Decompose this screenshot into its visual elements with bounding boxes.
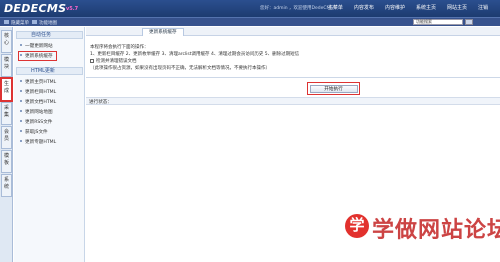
status-bar: 进行状态： (86, 97, 500, 105)
nav-system-home[interactable]: 系统主页 (416, 4, 436, 11)
feature-map-button[interactable]: 功能地图 (32, 20, 57, 26)
vtab-system[interactable]: 系统 (1, 174, 12, 197)
menu-item-update-docs[interactable]: 更新文档HTML (20, 99, 56, 105)
menu-item-update-column[interactable]: 更新栏目HTML (20, 89, 56, 95)
menu-item-get-js[interactable]: 获取JS文件 (20, 129, 48, 135)
vtab-generate[interactable]: 生成 (0, 77, 13, 102)
watermark-text: 学做网站论坛 (372, 218, 500, 243)
check-errors-checkbox[interactable] (90, 58, 94, 63)
version-label: v5.7 (66, 6, 79, 12)
hide-menu-icon (4, 20, 9, 24)
menu-item-update-topic[interactable]: 更新专题HTML (20, 139, 56, 145)
tab-strip: 更新系统缓存 (86, 27, 500, 36)
top-header: DEDECMS v5.7 您好：admin ，欢迎使用DedeCMS！ 主菜单 … (0, 0, 500, 17)
toolbar: 隐藏菜单 功能地图 功能搜索 (0, 17, 500, 26)
vtab-collect[interactable]: 采集 (1, 102, 12, 125)
menu-item-update-cache[interactable]: 更新系统缓存 (18, 51, 57, 61)
hide-menu-button[interactable]: 隐藏菜单 (4, 20, 29, 26)
status-label: 进行状态： (89, 100, 112, 105)
map-icon (32, 20, 37, 24)
menu-group-auto-tasks[interactable]: 自动任务 (16, 31, 83, 39)
menu-item-update-rss[interactable]: 更新RSS文件 (20, 119, 52, 125)
watermark-badge: 学 (345, 214, 369, 238)
left-menu: 自动任务 一键更新网站 更新系统缓存 HTML更新 更新主页HTML 更新栏目H… (14, 27, 85, 262)
top-nav: 主菜单 内容发布 内容维护 系统主页 网站主页 注销 (317, 4, 488, 11)
divider (86, 77, 500, 78)
nav-content-publish[interactable]: 内容发布 (354, 4, 374, 11)
dedecms-logo: DEDECMS (4, 2, 67, 15)
check-errors-option[interactable]: 检测并清理错误文档 (90, 58, 137, 64)
vtab-module[interactable]: 模块 (1, 54, 12, 77)
menu-item-one-click-update[interactable]: 一键更新网站 (20, 43, 53, 49)
operation-list: 1、更新栏目缓存 2、更新枚举缓存 3、清理arclist调用缓存 4、清理过期… (90, 52, 300, 57)
operation-intro: 本程序将会执行下面的操作： (90, 45, 149, 50)
search-input[interactable]: 功能搜索 (413, 19, 463, 25)
vtab-core[interactable]: 核心 (1, 30, 12, 53)
menu-item-update-home[interactable]: 更新主页HTML (20, 79, 56, 85)
resource-warning: （此项操作很占资源，如果没有出现页码不正确，无法解析文档等情况，不要执行本操作） (90, 66, 270, 71)
vtab-template[interactable]: 模板 (1, 150, 12, 173)
nav-logout[interactable]: 注销 (478, 4, 488, 11)
vtab-member[interactable]: 会员 (1, 126, 12, 149)
start-execute-button[interactable]: 开始执行 (309, 84, 358, 93)
menu-item-update-sitemap[interactable]: 更新网站地图 (20, 109, 53, 115)
menu-group-html-update[interactable]: HTML更新 (16, 67, 83, 75)
vertical-tabs: 核心 模块 生成 采集 会员 模板 系统 (0, 27, 13, 262)
start-button-highlight: 开始执行 (307, 82, 360, 95)
nav-content-maintain[interactable]: 内容维护 (385, 4, 405, 11)
search-button[interactable] (465, 19, 473, 25)
nav-site-home[interactable]: 网站主页 (447, 4, 467, 11)
tab-update-cache[interactable]: 更新系统缓存 (142, 28, 184, 36)
nav-main-menu[interactable]: 主菜单 (328, 4, 343, 11)
